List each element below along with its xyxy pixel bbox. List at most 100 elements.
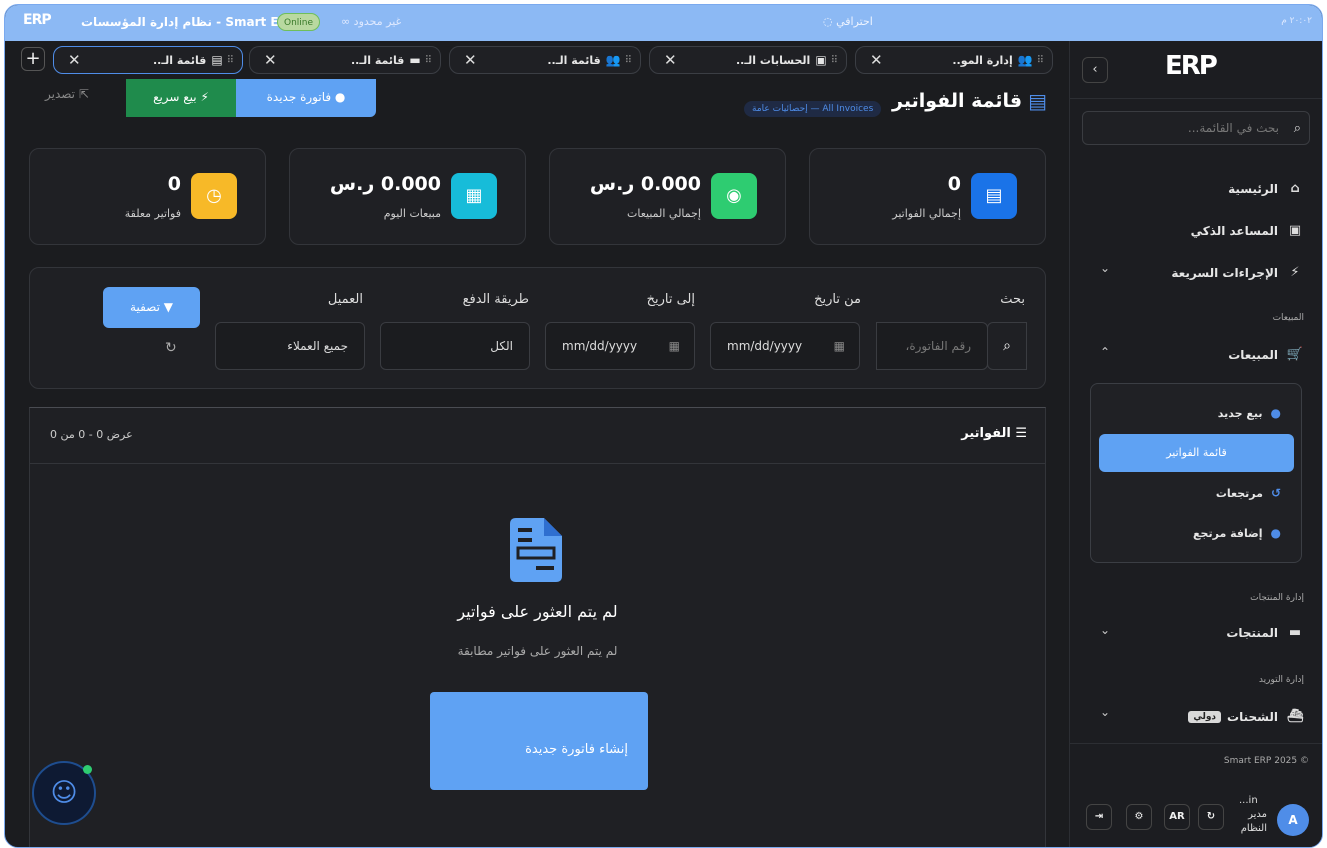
stat-value: 0 [947, 173, 961, 195]
drag-handle-icon[interactable]: ⠿ [625, 55, 632, 66]
sidebar-item-home[interactable]: ⌂ الرئيسية [1228, 181, 1304, 196]
drag-handle-icon[interactable]: ⠿ [425, 55, 432, 66]
cart-icon: 🛒 [1286, 347, 1304, 362]
register-icon: ▤ [211, 53, 223, 67]
stat-today-sales: ▦ 0.000 ر.س مبيعات اليوم [289, 148, 526, 245]
chevron-down-icon[interactable]: ⌄ [1100, 261, 1110, 275]
reset-icon[interactable]: ↻ [165, 340, 177, 356]
submenu-item-returns[interactable]: ↺ مرتجعات [1216, 486, 1281, 500]
close-icon[interactable]: ✕ [464, 51, 477, 69]
stat-label: إجمالي الفواتير [892, 207, 961, 220]
app-name: Smart ERP - نظام إدارة المؤسسات [81, 15, 297, 29]
infinity-icon: ∞ [341, 15, 354, 28]
submenu-item-invoices-list[interactable]: قائمة الفواتير [1099, 434, 1294, 472]
calendar-icon[interactable]: ▦ [669, 323, 680, 369]
drag-handle-icon[interactable]: ⠿ [1037, 55, 1044, 66]
close-icon[interactable]: ✕ [870, 51, 883, 69]
sidebar-item-quick-actions[interactable]: ⚡ الإجراءات السريعة [1171, 265, 1304, 280]
invoice-search-input[interactable]: رقم الفاتورة، [876, 322, 988, 370]
stat-label: مبيعات اليوم [383, 207, 441, 220]
stat-value: 0.000 ر.س [329, 173, 441, 195]
page-badge: All Invoices — إحصائيات عامة [744, 101, 882, 117]
submenu-item-add-return[interactable]: ● إضافة مرتجع [1193, 526, 1281, 540]
plus-circle-icon: ● [1270, 406, 1281, 420]
empty-state-title: لم يتم العثور على فواتير [457, 602, 618, 621]
tab-invoices-list[interactable]: ⠿ ▤ قائمة الـ.. ✕ [53, 46, 243, 74]
close-icon[interactable]: ✕ [664, 51, 677, 69]
online-badge: Online [277, 13, 321, 31]
sidebar-item-products[interactable]: ▬ المنتجات [1226, 625, 1304, 640]
section-label-products: إدارة المنتجات [1250, 593, 1304, 603]
empty-invoice-icon [510, 518, 562, 582]
international-badge: دولي [1188, 710, 1222, 723]
top-bar: ERP Smart ERP - نظام إدارة المؤسسات Onli… [5, 5, 1322, 41]
filter-button[interactable]: ▼ تصفية [103, 287, 200, 328]
stat-total-invoices: ▤ 0 إجمالي الفواتير [809, 148, 1046, 245]
settings-icon[interactable]: ⚙ [1126, 804, 1152, 830]
bolt-icon: ⚡ [196, 90, 209, 104]
tab-accounts[interactable]: ⠿ ▣ الحسابات الـ.. ✕ [649, 46, 847, 74]
search-button[interactable]: ⌕ [987, 322, 1027, 370]
export-icon: ⇱ [75, 87, 89, 101]
chevron-down-icon[interactable]: ⌄ [1100, 623, 1110, 637]
wallet-icon: ▣ [815, 53, 827, 67]
copyright: © Smart ERP 2025 [1223, 756, 1309, 766]
sidebar-search-input[interactable]: بحث في القائمة... [1082, 111, 1310, 145]
list-header: ☰ الفواتير عرض 0 - 0 من 0 [30, 408, 1045, 464]
app-logo: ERP [23, 12, 52, 28]
plan-pro: ◌ احترافي [823, 15, 873, 28]
funnel-icon: ▼ [159, 300, 173, 314]
export-button[interactable]: ⇱ تصدير [45, 87, 89, 101]
stat-label: إجمالي المبيعات [626, 207, 701, 220]
close-icon[interactable]: ✕ [68, 51, 81, 69]
calendar-icon: ▦ [451, 173, 497, 219]
robot-icon: ☺ [50, 778, 78, 808]
drag-handle-icon[interactable]: ⠿ [831, 55, 838, 66]
drag-handle-icon[interactable]: ⠿ [227, 55, 234, 66]
stat-label: فواتير معلقة [124, 207, 181, 220]
invoice-icon: ▤ [1028, 89, 1047, 113]
calendar-icon[interactable]: ▦ [834, 323, 845, 369]
chevron-down-icon[interactable]: ⌄ [1100, 705, 1110, 719]
search-label: بحث [1000, 292, 1025, 307]
to-date-field[interactable]: mm/dd/yyyy ▦ [545, 322, 695, 370]
add-tab-button[interactable]: + [21, 47, 45, 71]
from-date-field[interactable]: mm/dd/yyyy ▦ [710, 322, 860, 370]
quick-sale-button[interactable]: ⚡ بيع سريع [126, 79, 236, 117]
customer-select[interactable]: جميع العملاء [215, 322, 365, 370]
plus-circle-icon: ● [1270, 526, 1281, 540]
from-date-label: من تاريخ [814, 292, 861, 307]
to-date-label: إلى تاريخ [646, 292, 695, 307]
list-icon: ☰ [1010, 426, 1027, 441]
plus-circle-icon: ● [331, 90, 346, 104]
shield-icon: ◌ [823, 15, 837, 28]
tab-cards-list[interactable]: ⠿ ▬ قائمة الـ.. ✕ [249, 46, 441, 74]
close-icon[interactable]: ✕ [264, 51, 277, 69]
logout-icon[interactable]: ⇥ [1086, 804, 1112, 830]
sidebar-item-assistant[interactable]: ▣ المساعد الذكي [1191, 223, 1304, 238]
bolt-icon: ⚡ [1290, 265, 1300, 280]
users-icon: 👥 [1017, 53, 1033, 67]
plan-unlimited: ∞ غير محدود [341, 15, 402, 28]
sidebar-item-sales[interactable]: 🛒 المبيعات [1228, 347, 1304, 362]
chevron-up-icon[interactable]: ⌃ [1100, 345, 1110, 359]
page-title: ▤ قائمة الفواتير [892, 89, 1047, 113]
language-button[interactable]: AR [1164, 804, 1190, 830]
undo-icon: ↺ [1270, 486, 1281, 500]
collapse-sidebar-button[interactable]: › [1082, 57, 1108, 83]
sidebar-item-shipments[interactable]: ⛴ الشحنات دولي [1188, 709, 1304, 724]
tab-employees[interactable]: ⠿ 👥 إدارة المو.. ✕ [855, 46, 1053, 74]
new-invoice-button[interactable]: ● فاتورة جديدة [236, 79, 376, 117]
clock: ٢٠:٠٢ م [1281, 16, 1312, 26]
empty-state-subtitle: لم يتم العثور على فواتير مطابقة [457, 644, 618, 658]
section-label-sales: المبيعات [1272, 313, 1304, 323]
tab-customers-list[interactable]: ⠿ 👥 قائمة الـ.. ✕ [449, 46, 641, 74]
user-group-icon: 👥 [605, 53, 621, 67]
main-content: ▤ قائمة الفواتير All Invoices — إحصائيات … [5, 79, 1067, 847]
create-invoice-button[interactable]: إنشاء فاتورة جديدة [430, 692, 648, 790]
submenu-item-new-sale[interactable]: ● بيع جديد [1218, 406, 1281, 420]
avatar[interactable]: A [1277, 804, 1309, 836]
payment-method-select[interactable]: الكل [380, 322, 530, 370]
coins-icon: ◉ [711, 173, 757, 219]
sync-icon[interactable]: ↻ [1198, 804, 1224, 830]
